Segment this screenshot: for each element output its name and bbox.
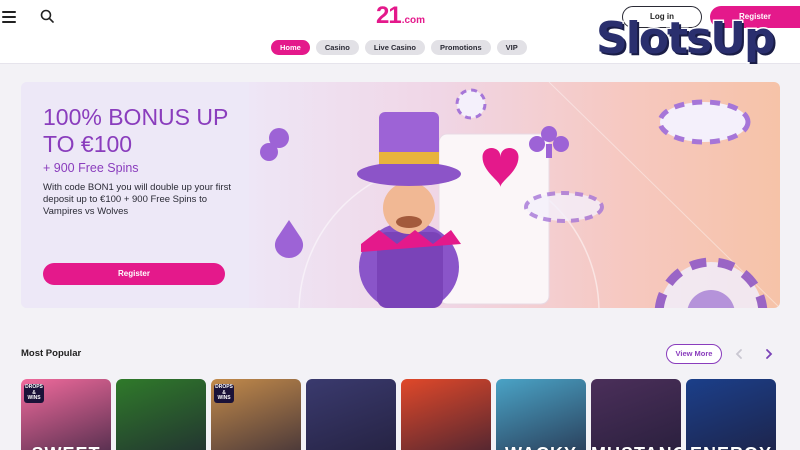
hamburger-menu-icon[interactable]	[2, 11, 16, 23]
logo-number: 21	[376, 2, 402, 29]
nav-tab-promotions[interactable]: Promotions	[430, 40, 491, 55]
nav-tab-live-casino[interactable]: Live Casino	[364, 40, 425, 55]
nav-tab-vip[interactable]: VIP	[496, 40, 527, 55]
watermark-text: SlotsUp	[595, 12, 777, 66]
slotsup-watermark: SlotsUp	[595, 8, 792, 70]
logo-domain: .com	[401, 15, 426, 26]
nav-tab-casino[interactable]: Casino	[315, 40, 359, 55]
games-carousel: DROPS & WINS SWEET DROPS & WINS WACKY MUSTAN…	[21, 379, 776, 450]
banner-register-button[interactable]: Register	[43, 263, 225, 285]
game-tile[interactable]: ENERGY	[686, 379, 776, 450]
banner-title: 100% BONUS UP TO €100	[43, 104, 228, 157]
game-title: WACKY	[496, 444, 586, 450]
main-nav: Home Casino Live Casino Promotions VIP	[271, 40, 527, 55]
game-tile[interactable]	[306, 379, 396, 450]
menu-line	[2, 21, 16, 23]
game-title: MUSTANG	[591, 444, 681, 450]
game-title: ENERGY	[686, 444, 776, 450]
drops-wins-badge: DROPS & WINS	[24, 384, 44, 403]
game-tile[interactable]	[401, 379, 491, 450]
chevron-left-icon[interactable]	[733, 348, 745, 360]
game-tile[interactable]: DROPS & WINS	[211, 379, 301, 450]
game-tile[interactable]: MUSTANG	[591, 379, 681, 450]
game-title: SWEET	[21, 444, 111, 450]
promo-banner: 100% BONUS UP TO €100 + 900 Free Spins W…	[21, 82, 780, 308]
search-icon[interactable]	[40, 9, 54, 23]
view-more-button[interactable]: View More	[666, 344, 722, 364]
game-tile[interactable]: DROPS & WINS SWEET	[21, 379, 111, 450]
game-tile[interactable]: WACKY	[496, 379, 586, 450]
game-tile[interactable]	[116, 379, 206, 450]
banner-subtitle: + 900 Free Spins	[43, 161, 139, 175]
site-logo[interactable]: 21 .com	[376, 4, 425, 28]
most-popular-heading: Most Popular	[21, 348, 82, 359]
chevron-right-icon[interactable]	[763, 348, 775, 360]
menu-line	[2, 16, 16, 18]
menu-line	[2, 11, 16, 13]
nav-tab-home[interactable]: Home	[271, 40, 310, 55]
banner-description: With code BON1 you will double up your f…	[43, 182, 231, 217]
drops-wins-badge: DROPS & WINS	[214, 384, 234, 403]
jester-illustration	[260, 82, 780, 308]
